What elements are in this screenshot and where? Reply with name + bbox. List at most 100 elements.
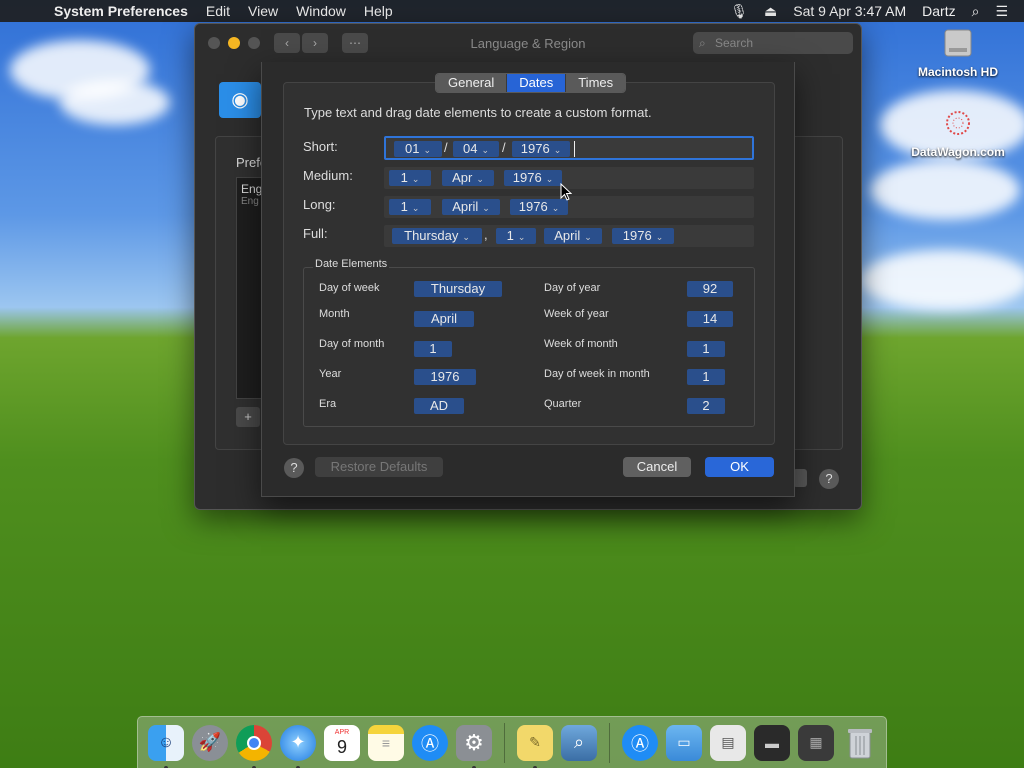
chevron-down-icon: ⌄: [476, 174, 484, 184]
menu-clock[interactable]: Sat 9 Apr 3:47 AM: [793, 3, 906, 19]
dock-safari[interactable]: ✦: [280, 724, 316, 768]
minimize-button[interactable]: [228, 37, 240, 49]
short-month-token[interactable]: 04 ⌄: [453, 141, 499, 157]
full-weekday-token[interactable]: Thursday ⌄: [392, 228, 482, 244]
medium-month-token[interactable]: Apr ⌄: [442, 170, 494, 186]
day-of-year-element[interactable]: 92: [687, 281, 733, 297]
dock-separator: [609, 722, 610, 763]
year-element[interactable]: 1976: [414, 369, 476, 385]
ok-button[interactable]: OK: [705, 457, 774, 477]
spotlight-search-icon[interactable]: ⌕: [972, 3, 980, 20]
search-placeholder: Search: [715, 36, 754, 50]
week-of-month-element[interactable]: 1: [687, 341, 725, 357]
era-element[interactable]: AD: [414, 398, 464, 414]
menu-bar: System Preferences Edit View Window Help…: [0, 0, 1024, 22]
date-element-label: Year: [319, 368, 342, 380]
desktop-icon-datawagon[interactable]: DataWagon.com: [903, 108, 1013, 159]
menu-user[interactable]: Dartz: [922, 3, 955, 19]
full-label: Full:: [303, 226, 328, 241]
dock-launchpad[interactable]: 🚀: [192, 724, 228, 761]
calendar-day: 9: [336, 737, 347, 757]
forward-button[interactable]: ›: [302, 33, 328, 53]
date-element-label: Month: [319, 308, 350, 320]
full-month-token[interactable]: April ⌄: [544, 228, 602, 244]
tab-general[interactable]: General: [436, 74, 508, 92]
search-input[interactable]: ⌕ Search: [693, 32, 853, 54]
dock-preview[interactable]: ⌕: [561, 724, 597, 761]
full-day-token[interactable]: 1 ⌄: [496, 228, 536, 244]
notification-center-icon[interactable]: ☰: [995, 3, 1008, 20]
short-year-token[interactable]: 1976 ⌄: [512, 141, 570, 157]
dock-minimized-window[interactable]: ▤: [710, 724, 746, 761]
add-language-button[interactable]: +: [236, 407, 260, 427]
menu-window[interactable]: Window: [296, 3, 346, 19]
cloud: [870, 160, 1020, 220]
dock-trash[interactable]: [842, 725, 878, 761]
dock-chrome[interactable]: [236, 724, 272, 768]
date-elements-title: Date Elements: [313, 258, 390, 270]
date-element-label: Week of month: [544, 338, 618, 350]
dock-app-store-folder[interactable]: Ⓐ: [622, 724, 658, 761]
day-of-week-in-month-element[interactable]: 1: [687, 369, 725, 385]
chrome-icon: [247, 735, 261, 750]
long-label: Long:: [303, 197, 336, 212]
quarter-element[interactable]: 2: [687, 398, 725, 414]
dock-system-preferences[interactable]: ⚙: [456, 724, 492, 768]
desktop-icon-macintosh-hd[interactable]: Macintosh HD: [903, 28, 1013, 79]
chevron-down-icon: ⌄: [481, 145, 489, 155]
day-of-week-element[interactable]: Thursday: [414, 281, 502, 297]
dock-app-store[interactable]: Ⓐ: [412, 724, 448, 761]
cancel-button[interactable]: Cancel: [623, 457, 691, 477]
tab-times[interactable]: Times: [566, 74, 626, 92]
list-item-subtitle: Eng: [241, 196, 259, 207]
close-button[interactable]: [208, 37, 220, 49]
compass-icon: ✦: [290, 732, 306, 752]
help-button[interactable]: ?: [284, 458, 304, 478]
menu-edit[interactable]: Edit: [206, 3, 230, 19]
dock-minimized-window[interactable]: ▬: [754, 724, 790, 761]
full-year-token[interactable]: 1976 ⌄: [612, 228, 674, 244]
menu-app-name[interactable]: System Preferences: [54, 3, 188, 19]
full-format-field[interactable]: Thursday ⌄ , 1 ⌄ April ⌄ 1976 ⌄: [384, 225, 754, 247]
restore-defaults-button[interactable]: Restore Defaults: [315, 457, 443, 477]
week-of-year-element[interactable]: 14: [687, 311, 733, 327]
list-item[interactable]: Eng: [241, 182, 262, 196]
chevron-down-icon: ⌄: [482, 203, 490, 213]
day-of-month-element[interactable]: 1: [414, 341, 452, 357]
date-element-label: Week of year: [544, 308, 609, 320]
back-button[interactable]: ‹: [274, 33, 300, 53]
menu-help[interactable]: Help: [364, 3, 393, 19]
dock-finder[interactable]: ☺: [148, 724, 184, 768]
month-element[interactable]: April: [414, 311, 474, 327]
show-all-grid-icon[interactable]: ⋯: [342, 33, 368, 53]
long-year-token[interactable]: 1976 ⌄: [510, 199, 568, 215]
eject-icon[interactable]: ⏏: [764, 3, 777, 20]
medium-day-token[interactable]: 1 ⌄: [389, 170, 431, 186]
dock-notes[interactable]: ≡: [368, 724, 404, 761]
desktop-icon-label: Macintosh HD: [917, 65, 998, 79]
dock-folder[interactable]: ▭: [666, 724, 702, 761]
long-month-token[interactable]: April ⌄: [442, 199, 500, 215]
advanced-button[interactable]: [793, 469, 807, 487]
calendar-month: APR: [334, 729, 350, 736]
dock-stickies[interactable]: ✎: [517, 724, 553, 768]
dock-calendar[interactable]: APR 9: [324, 724, 360, 761]
help-button[interactable]: ?: [819, 469, 839, 489]
medium-year-token[interactable]: 1976 ⌄: [504, 170, 562, 186]
cloud: [860, 250, 1024, 310]
chevron-down-icon: ⌄: [655, 232, 664, 242]
preferred-languages-list[interactable]: Eng Eng: [236, 177, 264, 399]
microphone-icon[interactable]: 🎙: [730, 3, 748, 20]
advanced-dates-sheet: General Dates Times Type text and drag d…: [261, 62, 795, 497]
short-format-field[interactable]: 01 ⌄ / 04 ⌄ / 1976 ⌄: [384, 136, 754, 160]
zoom-button[interactable]: [248, 37, 260, 49]
window-titlebar[interactable]: ‹ › ⋯ Language & Region ⌕ Search: [195, 24, 861, 62]
short-day-token[interactable]: 01 ⌄: [394, 141, 442, 157]
chevron-down-icon: ⌄: [584, 232, 592, 242]
tab-dates[interactable]: Dates: [507, 74, 567, 92]
dock-minimized-window[interactable]: ▦: [798, 724, 834, 761]
date-element-label: Day of week in month: [544, 368, 650, 380]
menu-view[interactable]: View: [248, 3, 278, 19]
date-element-label: Day of month: [319, 338, 385, 350]
long-day-token[interactable]: 1 ⌄: [389, 199, 431, 215]
